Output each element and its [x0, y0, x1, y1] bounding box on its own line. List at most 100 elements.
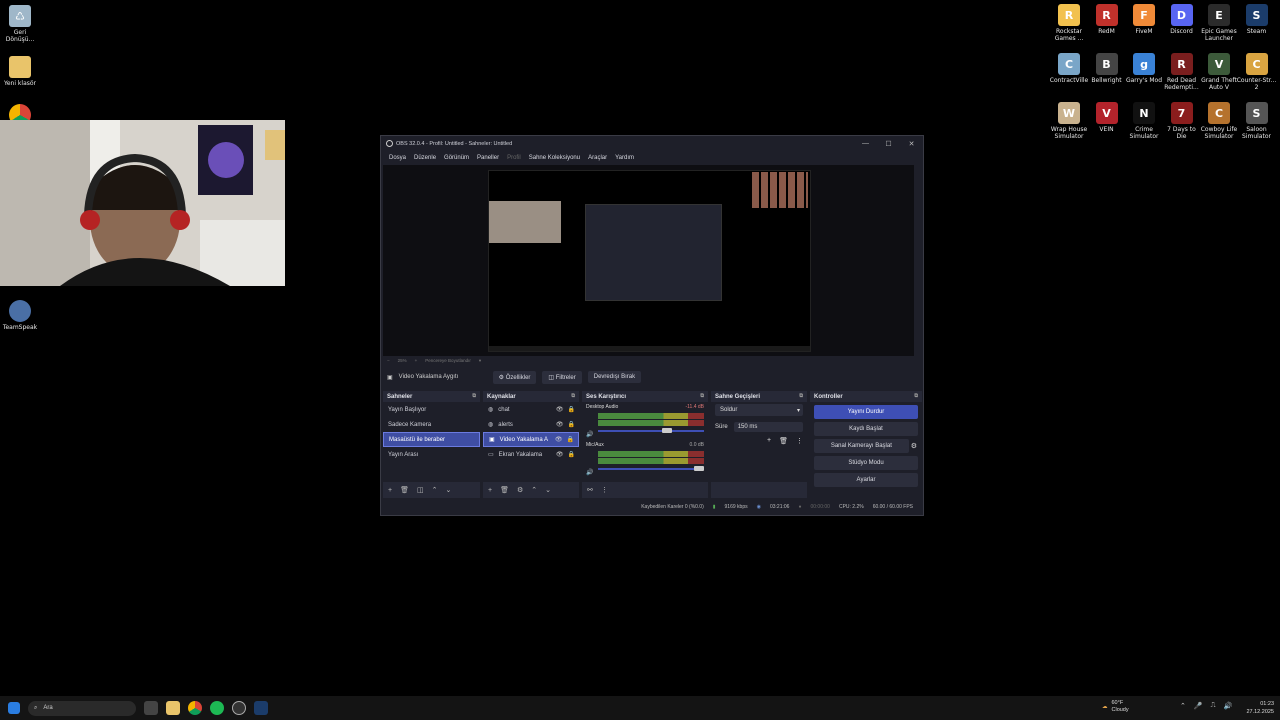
clock[interactable]: 01:23 27.12.2025	[1240, 700, 1274, 716]
close-icon[interactable]: ✕	[900, 140, 923, 148]
scene-item[interactable]: Sadece Kamera	[383, 417, 480, 432]
undock-icon[interactable]: ⧉	[914, 393, 918, 399]
desktop-icon-cowboy[interactable]: C Cowboy Life Simulator	[1199, 102, 1239, 140]
desktop-icon-contractville[interactable]: C ContractVille	[1049, 53, 1089, 84]
desktop-icon-rockstar[interactable]: R Rockstar Games ...	[1049, 4, 1089, 42]
link-icon[interactable]: ⚯	[587, 486, 593, 494]
desktop-icon-steam[interactable]: S Steam	[1237, 4, 1277, 35]
eye-icon[interactable]: 👁	[556, 406, 564, 413]
trash-icon[interactable]: 🗑	[779, 437, 788, 445]
lock-icon[interactable]: 🔒	[567, 436, 574, 443]
menu-dosya[interactable]: Dosya	[385, 155, 410, 161]
trash-icon[interactable]: 🗑	[500, 486, 509, 494]
source-item[interactable]: ◍ alerts 👁 🔒	[483, 417, 579, 432]
obs-preview[interactable]	[383, 165, 914, 356]
add-icon[interactable]: +	[388, 487, 392, 494]
obs-titlebar[interactable]: OBS 32.0.4 - Profil: Untitled - Sahneler…	[381, 136, 923, 151]
obs-taskbar-icon[interactable]	[232, 701, 246, 715]
desktop-icon-recycle-bin[interactable]: ♺ Geri Dönüşü...	[0, 5, 40, 43]
task-view-icon[interactable]	[144, 701, 158, 715]
chevron-down-icon[interactable]: ▾	[479, 358, 481, 364]
desktop-icon-cs2[interactable]: C Counter-Str... 2	[1237, 53, 1277, 91]
add-icon[interactable]: +	[767, 437, 771, 445]
scene-item[interactable]: Yayın Arası	[383, 447, 480, 462]
desktop-icon-discord[interactable]: D Discord	[1162, 4, 1202, 35]
menu-profil[interactable]: Profil	[503, 155, 525, 161]
properties-button[interactable]: ⚙ Özellikler	[492, 370, 537, 384]
zoom-mode[interactable]: Pencereye Boyutlandır	[425, 358, 471, 363]
kebab-menu-icon[interactable]: ⋮	[796, 437, 803, 445]
minimize-icon[interactable]: —	[854, 140, 877, 148]
eye-icon[interactable]: 👁	[556, 421, 564, 428]
desktop-icon-garrys-mod[interactable]: g Garry's Mod	[1124, 53, 1164, 84]
desktop-icon-bellwright[interactable]: B Bellwright	[1087, 53, 1127, 84]
desktop-icon-7days[interactable]: 7 7 Days to Die	[1162, 102, 1202, 140]
settings-button[interactable]: Ayarlar	[814, 473, 918, 487]
menu-paneller[interactable]: Paneller	[473, 155, 503, 161]
start-recording-button[interactable]: Kaydı Başlat	[814, 422, 918, 436]
undock-icon[interactable]: ⧉	[799, 393, 803, 399]
zoom-in-icon[interactable]: +	[415, 358, 418, 363]
volume-slider[interactable]	[598, 428, 704, 433]
desktop-icon-fivem[interactable]: F FiveM	[1124, 4, 1164, 35]
taskbar-search[interactable]: ⌕ Ara	[28, 700, 136, 716]
maximize-icon[interactable]: ☐	[877, 140, 900, 148]
scene-item-selected[interactable]: Masaüstü ile beraber	[383, 432, 480, 447]
preview-canvas[interactable]	[488, 170, 811, 352]
volume-icon[interactable]: 🔊	[1224, 702, 1233, 710]
lock-icon[interactable]: 🔒	[568, 406, 575, 413]
move-down-icon[interactable]: ⌄	[545, 486, 551, 494]
undock-icon[interactable]: ⧉	[700, 393, 704, 399]
menu-duzenle[interactable]: Düzenle	[410, 155, 440, 161]
scene-item[interactable]: Yayın Başlıyor	[383, 402, 480, 417]
source-item-selected[interactable]: ▣ Video Yakalama A 👁 🔒	[483, 432, 579, 447]
microphone-icon[interactable]: 🎤	[1194, 702, 1203, 710]
eye-icon[interactable]: 👁	[556, 451, 564, 458]
obs-window[interactable]: OBS 32.0.4 - Profil: Untitled - Sahneler…	[380, 135, 924, 516]
gear-icon[interactable]: ⚙	[517, 486, 523, 494]
desktop-icon-new-folder[interactable]: Yeni klasör	[0, 56, 40, 87]
menu-sahne-koleksiyonu[interactable]: Sahne Koleksiyonu	[525, 155, 584, 161]
gear-icon[interactable]: ⚙	[911, 442, 917, 450]
desktop-icon-wrap-house[interactable]: W Wrap House Simulator	[1049, 102, 1089, 140]
start-virtual-camera-button[interactable]: Sanal Kamerayı Başlat	[814, 439, 909, 453]
desktop-icon-redm[interactable]: R RedM	[1087, 4, 1127, 35]
desktop-icon-crime-sim[interactable]: N Crime Simulator	[1124, 102, 1164, 140]
menu-gorunum[interactable]: Görünüm	[440, 155, 473, 161]
slider-handle[interactable]	[694, 466, 704, 471]
slider-handle[interactable]	[662, 428, 672, 433]
source-item[interactable]: ◍ chat 👁 🔒	[483, 402, 579, 417]
menu-yardim[interactable]: Yardım	[611, 155, 638, 161]
spotify-icon[interactable]	[210, 701, 224, 715]
zoom-out-icon[interactable]: −	[387, 358, 390, 363]
steam-taskbar-icon[interactable]	[254, 701, 268, 715]
weather-widget[interactable]: ☁ 60°F Cloudy	[1102, 700, 1129, 714]
lock-icon[interactable]: 🔒	[568, 451, 575, 458]
desktop-icon-gta[interactable]: V Grand Theft Auto V	[1199, 53, 1239, 91]
trash-icon[interactable]: 🗑	[400, 486, 409, 494]
network-icon[interactable]: ⎍	[1211, 702, 1216, 710]
filter-icon[interactable]: ◫	[417, 486, 424, 494]
stop-streaming-button[interactable]: Yayını Durdur	[814, 405, 918, 419]
source-item[interactable]: ▭ Ekran Yakalama 👁 🔒	[483, 447, 579, 462]
windows-start-icon[interactable]	[8, 702, 20, 714]
eye-icon[interactable]: 👁	[555, 436, 563, 443]
undock-icon[interactable]: ⧉	[571, 393, 575, 399]
studio-mode-button[interactable]: Stüdyo Modu	[814, 456, 918, 470]
transition-select[interactable]: Soldur ▾	[715, 404, 803, 416]
move-up-icon[interactable]: ⌃	[432, 486, 438, 494]
speaker-icon[interactable]: 🔊	[586, 431, 593, 438]
chevron-up-icon[interactable]: ⌃	[1180, 702, 1186, 710]
speaker-icon[interactable]: 🔊	[586, 469, 593, 476]
desktop-icon-vein[interactable]: V VEIN	[1087, 102, 1127, 133]
desktop-icon-saloon[interactable]: S Saloon Simulator	[1237, 102, 1277, 140]
undock-icon[interactable]: ⧉	[472, 393, 476, 399]
file-explorer-icon[interactable]	[166, 701, 180, 715]
lock-icon[interactable]: 🔒	[568, 421, 575, 428]
desktop-icon-teamspeak[interactable]: TeamSpeak	[0, 300, 40, 331]
deactivate-button[interactable]: Devredışı Bırak	[587, 371, 642, 383]
desktop-icon-rdr[interactable]: R Red Dead Redempti...	[1162, 53, 1202, 91]
kebab-menu-icon[interactable]: ⋮	[601, 486, 608, 494]
filters-button[interactable]: ◫ Filtreler	[542, 370, 582, 384]
menu-araclar[interactable]: Araçlar	[584, 155, 611, 161]
